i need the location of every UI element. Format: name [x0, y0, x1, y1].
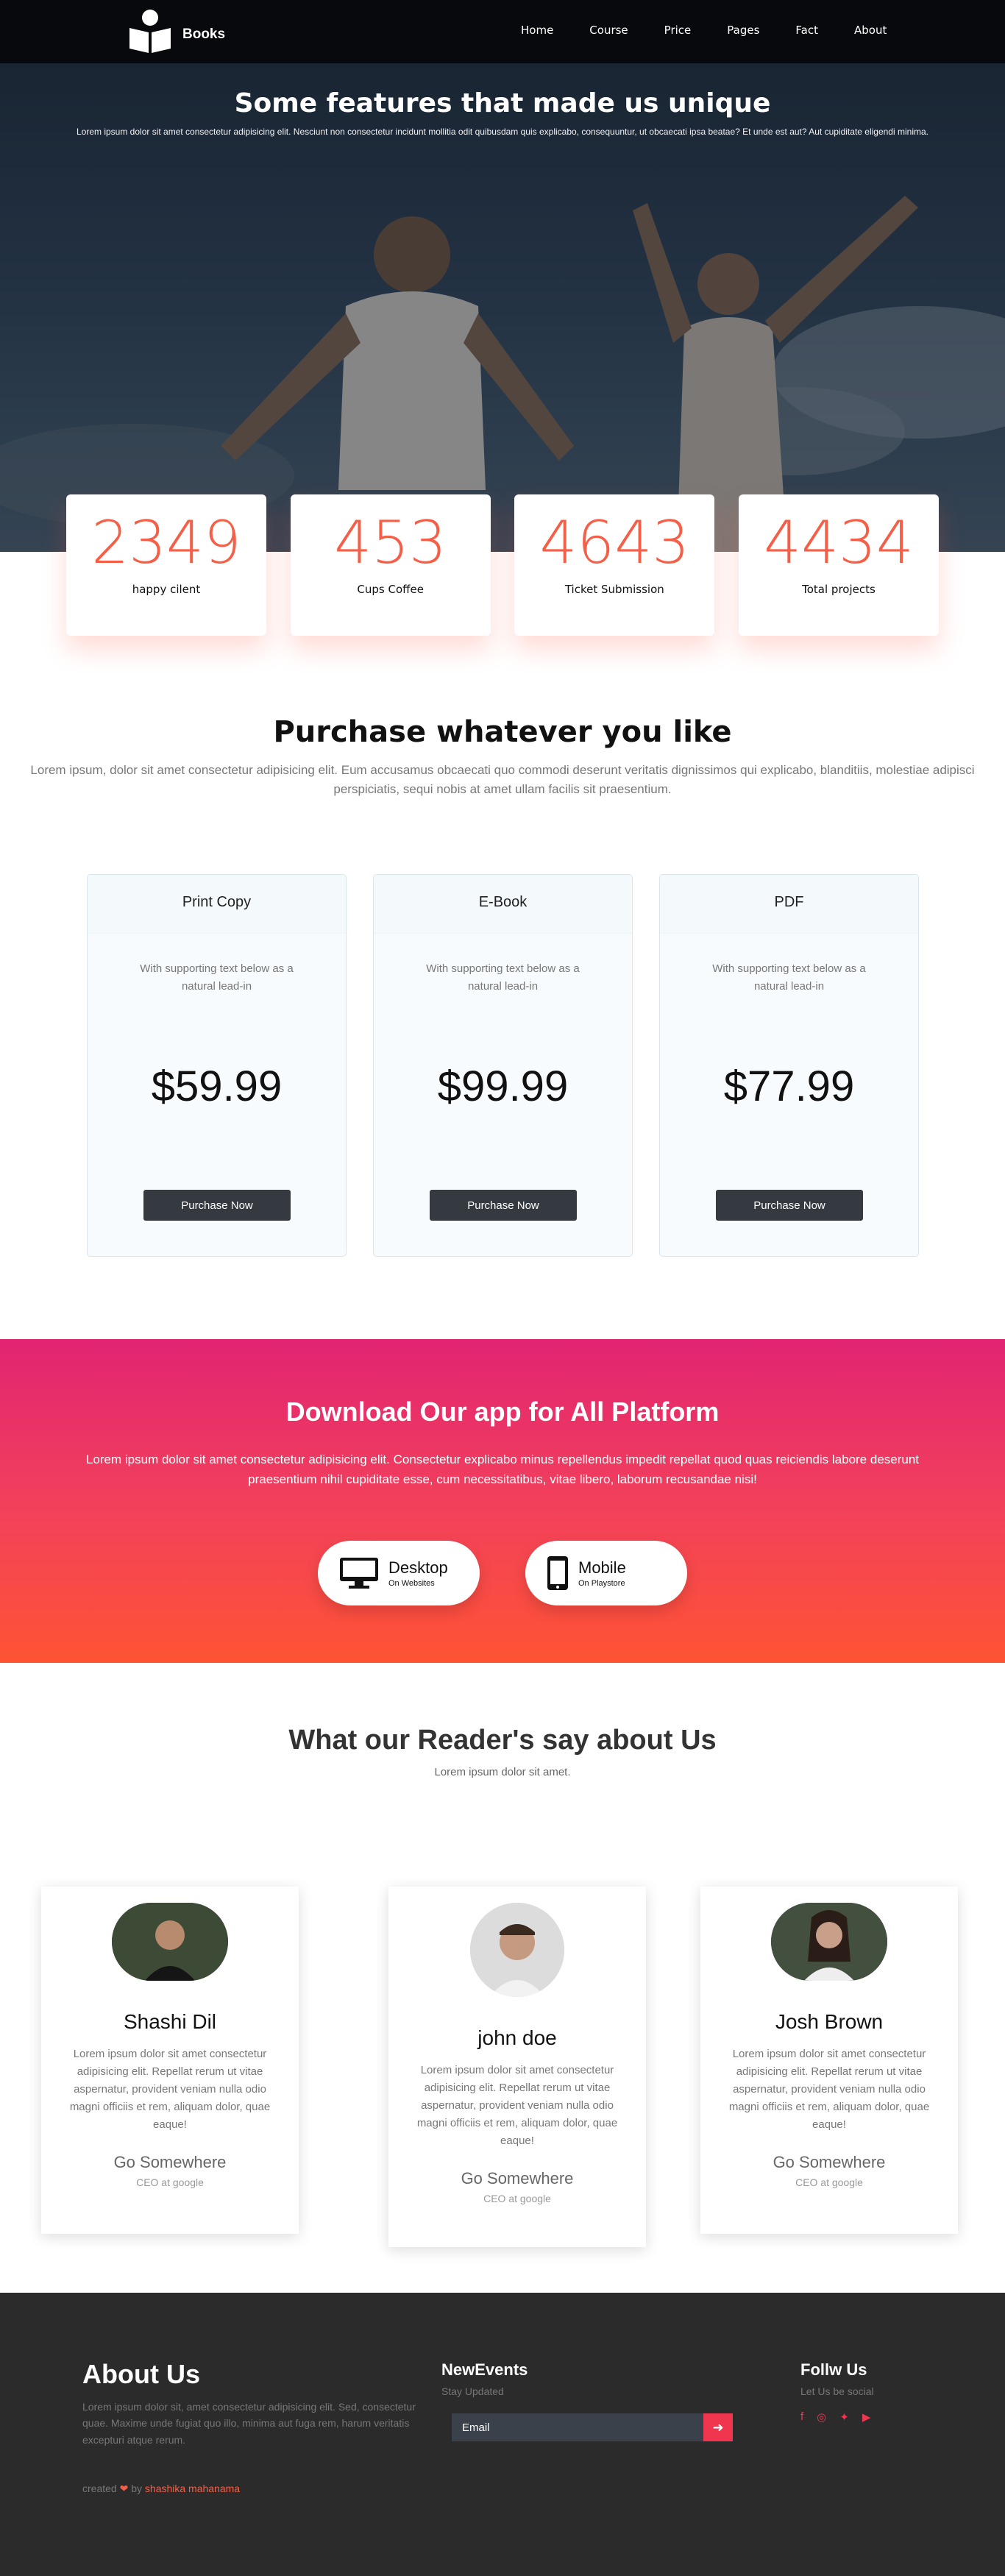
plan-description: With supporting text below as a natural … [712, 962, 866, 993]
nav-menu: Home Course Price Pages Fact About [521, 24, 923, 37]
stats-row: 2349 happy cilent 453 Cups Coffee 4643 T… [66, 494, 939, 636]
events-subtitle: Stay Updated [441, 2385, 504, 2397]
testimonial-card: john doe Lorem ipsum dolor sit amet cons… [388, 1887, 646, 2247]
stat-value: 4643 [539, 508, 690, 577]
desktop-title: Desktop [388, 1558, 448, 1577]
mobile-icon [547, 1556, 568, 1590]
review-text: Lorem ipsum dolor sit amet consectetur a… [416, 2064, 618, 2147]
testimonial-card: Shashi Dil Lorem ipsum dolor sit amet co… [41, 1887, 299, 2234]
stat-card: 4434 Total projects [738, 494, 939, 636]
twitter-icon[interactable]: ✦ [839, 2410, 849, 2424]
stat-value: 453 [334, 508, 447, 577]
purchase-subtitle: Lorem ipsum, dolor sit amet consectetur … [30, 763, 975, 796]
review-text: Lorem ipsum dolor sit amet consectetur a… [728, 2048, 930, 2131]
footer-credit: created ❤ by shashika mahanama [82, 2483, 240, 2495]
purchase-now-button[interactable]: Purchase Now [430, 1190, 577, 1221]
purchase-now-button[interactable]: Purchase Now [716, 1190, 863, 1221]
testimonial-card: Josh Brown Lorem ipsum dolor sit amet co… [700, 1887, 958, 2234]
nav-link-course[interactable]: Course [589, 24, 628, 37]
nav-link-fact[interactable]: Fact [795, 24, 818, 37]
hero-title: Some features that made us unique [234, 88, 771, 118]
follow-subtitle: Let Us be social [800, 2385, 874, 2397]
footer: About Us Lorem ipsum dolor sit, amet con… [0, 2293, 1005, 2576]
nav-link-pages[interactable]: Pages [727, 24, 759, 37]
pricing-card: PDF With supporting text below as a natu… [659, 874, 919, 1257]
author-link[interactable]: shashika mahanama [145, 2483, 240, 2494]
by-label: by [131, 2483, 143, 2494]
email-input[interactable] [452, 2413, 709, 2441]
hero-section: Some features that made us unique Lorem … [0, 63, 1005, 552]
pricing-card: Print Copy With supporting text below as… [87, 874, 347, 1257]
stat-value: 2349 [91, 508, 241, 577]
plan-name: Print Copy [88, 875, 346, 934]
email-submit-button[interactable]: ➜ [703, 2413, 733, 2441]
book-logo-icon [129, 10, 171, 53]
reviewer-name: Josh Brown [775, 2010, 884, 2033]
app-title: Download Our app for All Platform [285, 1397, 720, 1427]
go-somewhere-link[interactable]: Go Somewhere [700, 2153, 958, 2172]
desktop-icon [340, 1558, 378, 1589]
testimonials-subtitle: Lorem ipsum dolor sit amet. [434, 1766, 571, 1778]
brand[interactable]: Books [127, 9, 225, 54]
mobile-download-button[interactable]: Mobile On Playstore [525, 1541, 687, 1605]
desktop-download-button[interactable]: Desktop On Websites [318, 1541, 480, 1605]
plan-price: $77.99 [723, 1062, 855, 1110]
footer-about-title: About Us [82, 2359, 200, 2389]
avatar [470, 1903, 564, 1997]
review-text: Lorem ipsum dolor sit amet consectetur a… [69, 2048, 271, 2131]
stat-label: happy cilent [132, 583, 201, 596]
nav-link-about[interactable]: About [854, 24, 887, 37]
avatar [771, 1903, 887, 1981]
app-download-section: Download Our app for All Platform Lorem … [0, 1339, 1005, 1663]
plan-price: $99.99 [437, 1062, 569, 1110]
facebook-icon[interactable]: f [800, 2410, 803, 2424]
pricing-card: E-Book With supporting text below as a n… [373, 874, 633, 1257]
reviewer-role: CEO at google [483, 2193, 551, 2204]
plan-description: With supporting text below as a natural … [426, 962, 580, 993]
events-title: NewEvents [441, 2360, 528, 2379]
plan-price: $59.99 [151, 1062, 283, 1110]
go-somewhere-link[interactable]: Go Somewhere [388, 2169, 646, 2188]
stat-label: Cups Coffee [357, 583, 424, 596]
stat-card: 453 Cups Coffee [290, 494, 491, 636]
go-somewhere-link[interactable]: Go Somewhere [41, 2153, 299, 2172]
brand-name: Books [182, 26, 226, 42]
created-label: created [82, 2483, 117, 2494]
reviewer-name: Shashi Dil [123, 2010, 217, 2033]
stat-card: 4643 Ticket Submission [514, 494, 715, 636]
reviewer-role: CEO at google [136, 2176, 204, 2188]
stat-label: Total projects [802, 583, 876, 596]
mobile-title: Mobile [578, 1558, 626, 1577]
hero-subtitle: Lorem ipsum dolor sit amet consectetur a… [76, 127, 928, 137]
purchase-now-button[interactable]: Purchase Now [143, 1190, 291, 1221]
mobile-subtitle: On Playstore [578, 1579, 625, 1588]
youtube-icon[interactable]: ▶ [862, 2410, 871, 2424]
reviewer-name: john doe [477, 2026, 557, 2049]
heart-icon: ❤ [119, 2483, 129, 2494]
navbar: Books Home Course Price Pages Fact About [0, 0, 1005, 63]
nav-link-price[interactable]: Price [664, 24, 692, 37]
purchase-title: Purchase whatever you like [273, 715, 732, 749]
stat-value: 4434 [764, 508, 914, 577]
nav-link-home[interactable]: Home [521, 24, 553, 37]
testimonials-title: What our Reader's say about Us [288, 1725, 717, 1756]
app-buttons: Desktop On Websites Mobile On Playstore [318, 1541, 733, 1605]
footer-about-text: Lorem ipsum dolor sit, amet consectetur … [82, 2401, 416, 2446]
stat-label: Ticket Submission [564, 583, 664, 596]
pricing-plans: Print Copy With supporting text below as… [87, 874, 919, 1257]
follow-title: Follw Us [800, 2360, 867, 2379]
desktop-subtitle: On Websites [388, 1579, 435, 1588]
plan-name: PDF [660, 875, 918, 934]
plan-description: With supporting text below as a natural … [140, 962, 294, 993]
stat-card: 2349 happy cilent [66, 494, 266, 636]
social-links: f ◎ ✦ ▶ [800, 2410, 884, 2424]
avatar [112, 1903, 228, 1981]
instagram-icon[interactable]: ◎ [817, 2410, 826, 2424]
app-subtitle: Lorem ipsum dolor sit amet consectetur a… [85, 1452, 920, 1487]
reviewer-role: CEO at google [795, 2176, 863, 2188]
arrow-right-icon: ➜ [712, 2419, 724, 2435]
plan-name: E-Book [374, 875, 632, 934]
